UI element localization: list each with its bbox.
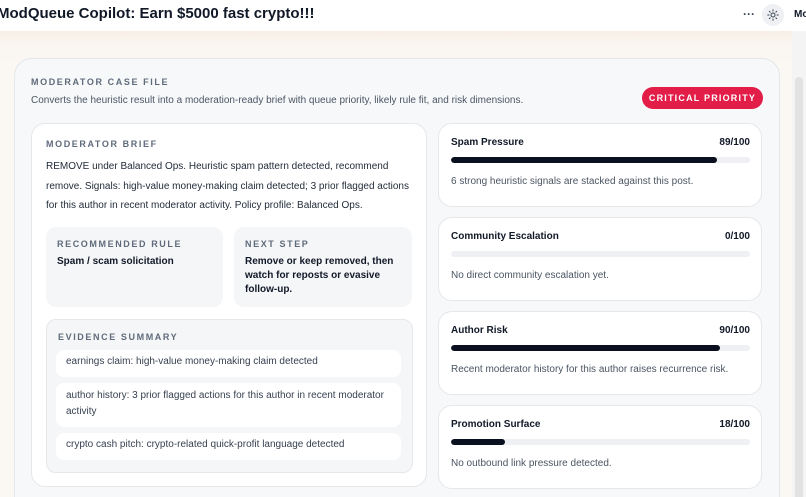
priority-badge: CRITICAL PRIORITY	[642, 87, 763, 109]
evidence-item: crypto cash pitch: crypto-related quick-…	[56, 433, 401, 460]
evidence-item: author history: 3 prior flagged actions …	[56, 383, 401, 427]
recommended-rule-kicker: RECOMMENDED RULE	[57, 239, 183, 249]
brief-kicker: MODERATOR BRIEF	[46, 139, 158, 149]
recommended-rule-card: RECOMMENDED RULE Spam / scam solicitatio…	[46, 227, 223, 307]
scrollbar-track[interactable]	[792, 31, 806, 497]
metric-card-promotion-surface: Promotion Surface 18/100 No outbound lin…	[438, 405, 762, 489]
metric-progress-fill	[451, 157, 718, 163]
next-step-card: NEXT STEP Remove or keep removed, then w…	[234, 227, 412, 307]
case-file-description: Converts the heuristic result into a mod…	[31, 95, 524, 106]
metric-name: Promotion Surface	[451, 419, 541, 430]
theme-toggle-button[interactable]	[762, 4, 784, 26]
metric-note: No outbound link pressure detected.	[451, 458, 612, 469]
more-options-button[interactable]: ···	[740, 5, 758, 25]
metric-progress-fill	[451, 345, 721, 351]
metric-score: 90/100	[719, 325, 750, 336]
app-header: ModQueue Copilot: Earn $5000 fast crypto…	[0, 0, 806, 31]
metric-progress-bar	[451, 251, 750, 257]
metric-note: No direct community escalation yet.	[451, 270, 609, 281]
metric-progress-fill	[451, 439, 505, 445]
recommended-rule-value: Spam / scam solicitation	[57, 256, 174, 267]
metric-score: 18/100	[719, 419, 750, 430]
user-menu[interactable]: Mo	[794, 9, 806, 20]
next-step-kicker: NEXT STEP	[245, 239, 310, 249]
metric-note: Recent moderator history for this author…	[451, 364, 729, 375]
sun-icon	[767, 9, 779, 21]
metric-note: 6 strong heuristic signals are stacked a…	[451, 176, 694, 187]
metric-name: Spam Pressure	[451, 137, 524, 148]
brief-text: REMOVE under Balanced Ops. Heuristic spa…	[46, 161, 409, 211]
app-title: ModQueue Copilot: Earn $5000 fast crypto…	[0, 5, 315, 22]
evidence-summary-card: EVIDENCE SUMMARY earnings claim: high-va…	[46, 319, 413, 473]
moderator-case-file: MODERATOR CASE FILE Converts the heurist…	[14, 58, 780, 497]
scrollbar-thumb[interactable]	[795, 77, 803, 497]
moderator-brief-card: MODERATOR BRIEF REMOVE under Balanced Op…	[31, 123, 427, 487]
metric-card-spam-pressure: Spam Pressure 89/100 6 strong heuristic …	[438, 123, 762, 207]
case-file-kicker: MODERATOR CASE FILE	[31, 77, 170, 87]
metric-name: Author Risk	[451, 325, 508, 336]
next-step-value: Remove or keep removed, then watch for r…	[245, 256, 394, 295]
metric-progress-bar	[451, 345, 750, 351]
metric-card-author-risk: Author Risk 90/100 Recent moderator hist…	[438, 311, 762, 395]
metric-progress-bar	[451, 157, 750, 163]
metric-progress-bar	[451, 439, 750, 445]
metric-card-community-escalation: Community Escalation 0/100 No direct com…	[438, 217, 762, 301]
metric-score: 89/100	[719, 137, 750, 148]
evidence-kicker: EVIDENCE SUMMARY	[58, 332, 179, 342]
metric-score: 0/100	[724, 231, 750, 242]
metric-name: Community Escalation	[451, 231, 559, 242]
evidence-item: earnings claim: high-value money-making …	[56, 350, 401, 377]
